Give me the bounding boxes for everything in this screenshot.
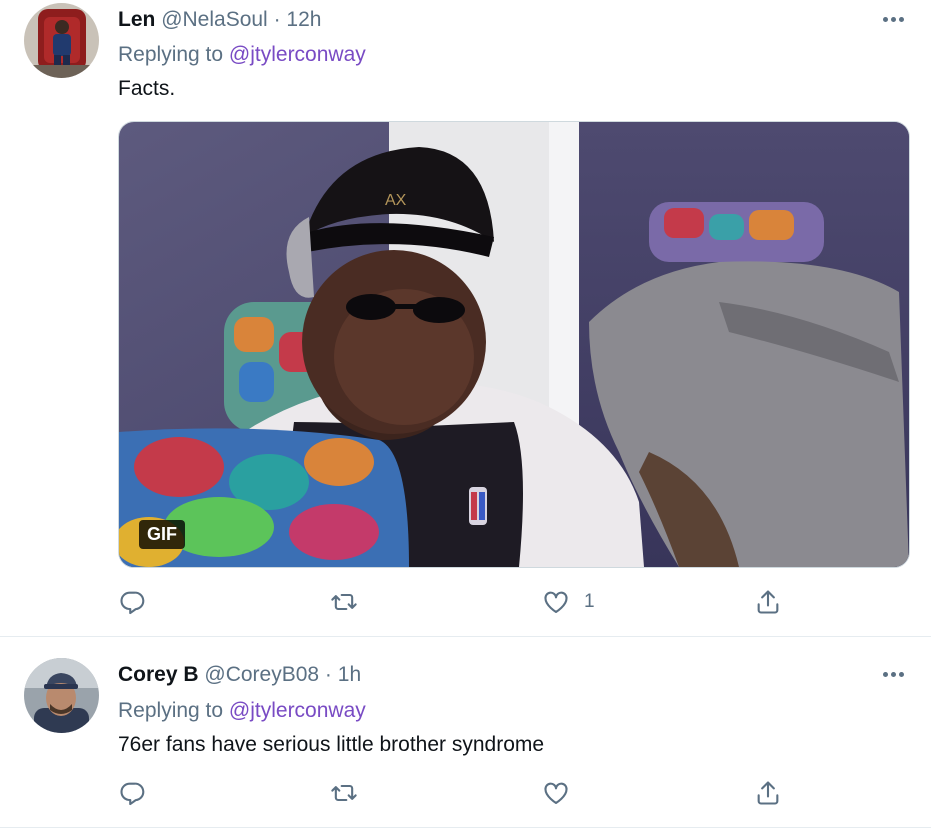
display-name[interactable]: Corey B [118,663,199,686]
separator: · [273,8,281,31]
retweet-button[interactable] [330,776,372,810]
gif-badge: GIF [139,520,185,549]
tweet[interactable]: Len @NelaSoul · 12h Replying to @jtylerc… [0,0,931,637]
share-button[interactable] [754,776,782,810]
like-count: 1 [584,591,595,612]
like-button[interactable] [542,776,584,810]
share-button[interactable] [754,585,782,619]
gif-image: AX [119,122,909,567]
like-button[interactable]: 1 [542,585,595,619]
gif-media[interactable]: AX GIF [118,121,910,568]
separator: · [324,663,332,686]
tweet-actions [118,776,908,810]
tweet-text: Facts. [118,77,176,100]
tweet-text: 76er fans have serious little brother sy… [118,733,545,756]
tweet-actions: 1 [118,585,908,619]
replying-to: Replying to @jtylerconway [118,43,366,67]
avatar[interactable] [24,3,99,78]
replying-prefix: Replying to [118,43,224,66]
timestamp[interactable]: 12h [286,8,321,31]
heart-icon [544,782,568,804]
share-icon [757,781,779,805]
retweet-icon [331,784,357,802]
tweet-header: Len @NelaSoul · 12h [118,8,321,32]
mention-link[interactable]: @jtylerconway [229,43,366,66]
tweet-header: Corey B @CoreyB08 · 1h [118,663,361,687]
mention-link[interactable]: @jtylerconway [229,699,366,722]
reply-icon [120,591,145,615]
replying-prefix: Replying to [118,699,224,722]
more-icon[interactable] [879,10,907,28]
user-handle[interactable]: @CoreyB08 [204,663,319,686]
more-icon[interactable] [879,665,907,683]
reply-icon [120,782,145,806]
timestamp[interactable]: 1h [338,663,361,686]
heart-icon [544,591,568,613]
share-icon [757,590,779,614]
svg-text:AX: AX [385,192,407,209]
reply-button[interactable] [118,585,160,619]
retweet-icon [331,593,357,611]
replying-to: Replying to @jtylerconway [118,699,366,723]
user-handle[interactable]: @NelaSoul [161,8,268,31]
avatar[interactable] [24,658,99,733]
display-name[interactable]: Len [118,8,155,31]
tweet[interactable]: Corey B @CoreyB08 · 1h Replying to @jtyl… [0,637,931,828]
retweet-button[interactable] [330,585,372,619]
reply-button[interactable] [118,776,160,810]
